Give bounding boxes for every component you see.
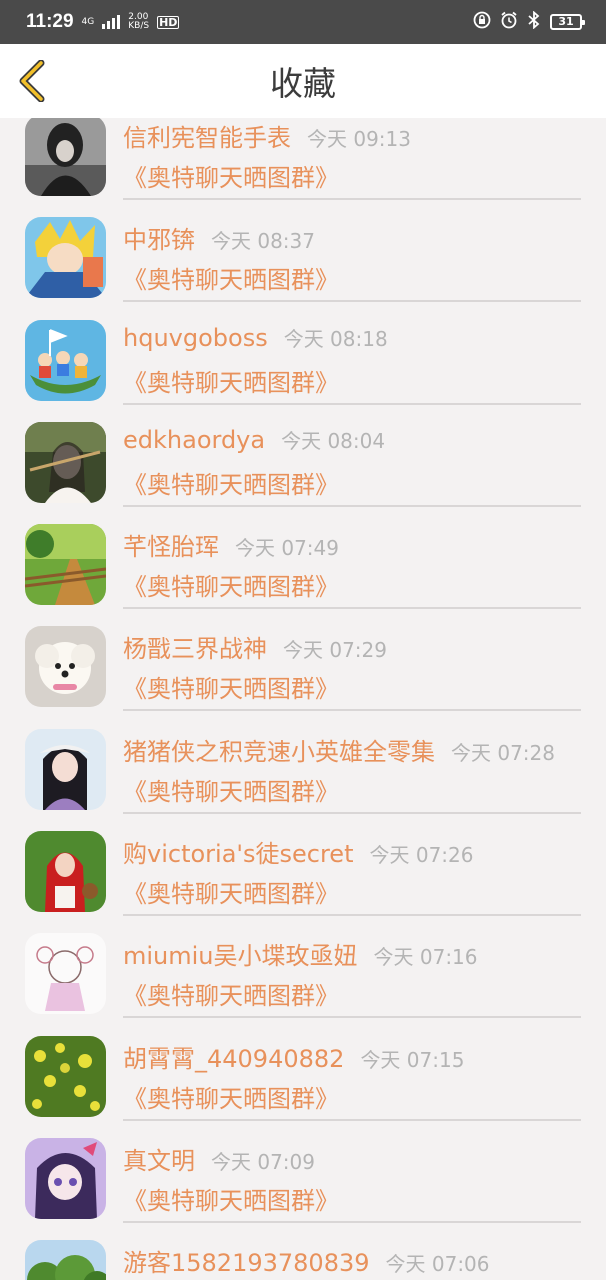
group-name: 《奥特聊天晒图群》 (123, 470, 339, 499)
list-item[interactable]: edkhaordya 今天 08:04 《奥特聊天晒图群》 (0, 407, 606, 509)
divider (123, 607, 581, 610)
user-name: 信利宪智能手表 (123, 124, 291, 152)
hd-badge: HD (157, 15, 180, 29)
signal-icon (102, 15, 121, 29)
timestamp: 今天 07:15 (360, 1047, 465, 1072)
item-header: 胡霄霄_440940882 今天 07:15 (123, 1039, 606, 1074)
list-item[interactable]: 猪猪侠之积竞速小英雄全零集 今天 07:28 《奥特聊天晒图群》 (0, 714, 606, 816)
divider (123, 1118, 581, 1121)
list-item[interactable]: 游客1582193780839 今天 07:06 (0, 1225, 606, 1280)
list-item[interactable]: 胡霄霄_440940882 今天 07:15 《奥特聊天晒图群》 (0, 1021, 606, 1123)
divider (123, 300, 581, 303)
avatar[interactable] (25, 319, 106, 401)
item-header: 信利宪智能手表 今天 09:13 (123, 118, 606, 153)
avatar[interactable] (25, 831, 106, 913)
item-header: 真文明 今天 07:09 (123, 1141, 606, 1176)
user-name: 购victoria's徒secret (123, 840, 354, 869)
item-header: 猪猪侠之积竞速小英雄全零集 今天 07:28 (123, 732, 606, 767)
favorites-list[interactable]: 信利宪智能手表 今天 09:13 《奥特聊天晒图群》 中邪锛 今天 08:37 《奥特聊… (0, 118, 606, 1280)
list-item[interactable]: 杨戬三界战神 今天 07:29 《奥特聊天晒图群》 (0, 611, 606, 713)
lock-rotation-icon (473, 11, 491, 33)
item-header: 中邪锛 今天 08:37 (123, 220, 606, 255)
group-name: 《奥特聊天晒图群》 (123, 368, 339, 397)
timestamp: 今天 07:28 (451, 740, 555, 765)
group-name: 《奥特聊天晒图群》 (123, 675, 339, 704)
timestamp: 今天 07:06 (385, 1252, 490, 1277)
group-name: 《奥特聊天晒图群》 (123, 164, 339, 192)
status-bar: 11:29 4G 2.00 KB/S HD 31 (0, 0, 606, 44)
divider (123, 1016, 581, 1019)
group-name: 《奥特聊天晒图群》 (123, 982, 339, 1011)
avatar[interactable] (25, 1240, 106, 1280)
list-item[interactable]: miumiu吴小堞玫亟妞 今天 07:16 《奥特聊天晒图群》 (0, 918, 606, 1020)
user-name: edkhaordya (123, 425, 266, 454)
item-header: hquvgoboss 今天 08:18 (123, 323, 606, 352)
avatar[interactable] (25, 118, 106, 196)
alarm-icon (500, 11, 518, 33)
network-speed: 2.00 KB/S (128, 12, 150, 31)
divider (123, 914, 581, 917)
timestamp: 今天 07:49 (235, 536, 339, 561)
avatar[interactable] (25, 1035, 106, 1117)
avatar[interactable] (25, 1137, 106, 1219)
list-item[interactable]: 购victoria's徒secret 今天 07:26 《奥特聊天晒图群》 (0, 816, 606, 918)
divider (123, 198, 581, 200)
status-time: 11:29 (26, 11, 74, 32)
timestamp: 今天 07:16 (373, 945, 478, 970)
item-header: miumiu吴小堞玫亟妞 今天 07:16 (123, 936, 606, 971)
battery-icon: 31 (550, 14, 585, 30)
list-item[interactable]: 芊怪胎珲 今天 07:49 《奥特聊天晒图群》 (0, 509, 606, 611)
back-arrow-icon (19, 60, 45, 102)
avatar[interactable] (25, 421, 106, 503)
user-name: 胡霄霄_440940882 (123, 1044, 345, 1073)
bluetooth-icon (527, 10, 541, 33)
user-name: 猪猪侠之积竞速小英雄全零集 (123, 737, 435, 766)
divider (123, 709, 581, 712)
list-item[interactable]: 信利宪智能手表 今天 09:13 《奥特聊天晒图群》 (0, 118, 606, 202)
item-header: 游客1582193780839 今天 07:06 (123, 1243, 606, 1278)
user-name: 真文明 (123, 1146, 195, 1175)
group-name: 《奥特聊天晒图群》 (123, 1186, 339, 1215)
avatar[interactable] (25, 626, 106, 708)
user-name: 芊怪胎珲 (123, 533, 219, 562)
user-name: 游客1582193780839 (123, 1249, 370, 1278)
back-button[interactable] (12, 58, 52, 104)
avatar[interactable] (25, 728, 106, 810)
item-header: 购victoria's徒secret 今天 07:26 (123, 834, 606, 869)
item-header: 芊怪胎珲 今天 07:49 (123, 527, 606, 562)
group-name: 《奥特聊天晒图群》 (123, 266, 339, 295)
user-name: miumiu吴小堞玫亟妞 (123, 942, 358, 971)
list-item[interactable]: 真文明 今天 07:09 《奥特聊天晒图群》 (0, 1123, 606, 1225)
timestamp: 今天 07:29 (283, 638, 387, 663)
timestamp: 今天 08:04 (281, 428, 386, 453)
title-bar: 收藏 (0, 44, 606, 118)
item-header: edkhaordya 今天 08:04 (123, 425, 606, 454)
item-header: 杨戬三界战神 今天 07:29 (123, 629, 606, 664)
divider (123, 811, 581, 814)
timestamp: 今天 08:37 (211, 229, 315, 254)
group-name: 《奥特聊天晒图群》 (123, 1084, 339, 1113)
divider (123, 402, 581, 405)
divider (123, 1220, 581, 1223)
list-item[interactable]: hquvgoboss 今天 08:18 《奥特聊天晒图群》 (0, 305, 606, 407)
avatar[interactable] (25, 524, 106, 606)
timestamp: 今天 09:13 (307, 127, 411, 151)
timestamp: 今天 08:18 (283, 326, 388, 351)
list-item[interactable]: 中邪锛 今天 08:37 《奥特聊天晒图群》 (0, 202, 606, 304)
network-type: 4G (81, 16, 95, 27)
divider (123, 504, 581, 507)
avatar[interactable] (25, 217, 106, 299)
timestamp: 今天 07:26 (369, 843, 474, 868)
user-name: hquvgoboss (123, 323, 268, 352)
user-name: 中邪锛 (123, 226, 195, 255)
timestamp: 今天 07:09 (211, 1149, 315, 1174)
avatar[interactable] (25, 933, 106, 1015)
group-name: 《奥特聊天晒图群》 (123, 777, 339, 806)
group-name: 《奥特聊天晒图群》 (123, 573, 339, 602)
page-title: 收藏 (270, 64, 336, 103)
user-name: 杨戬三界战神 (123, 635, 267, 664)
group-name: 《奥特聊天晒图群》 (123, 880, 339, 909)
